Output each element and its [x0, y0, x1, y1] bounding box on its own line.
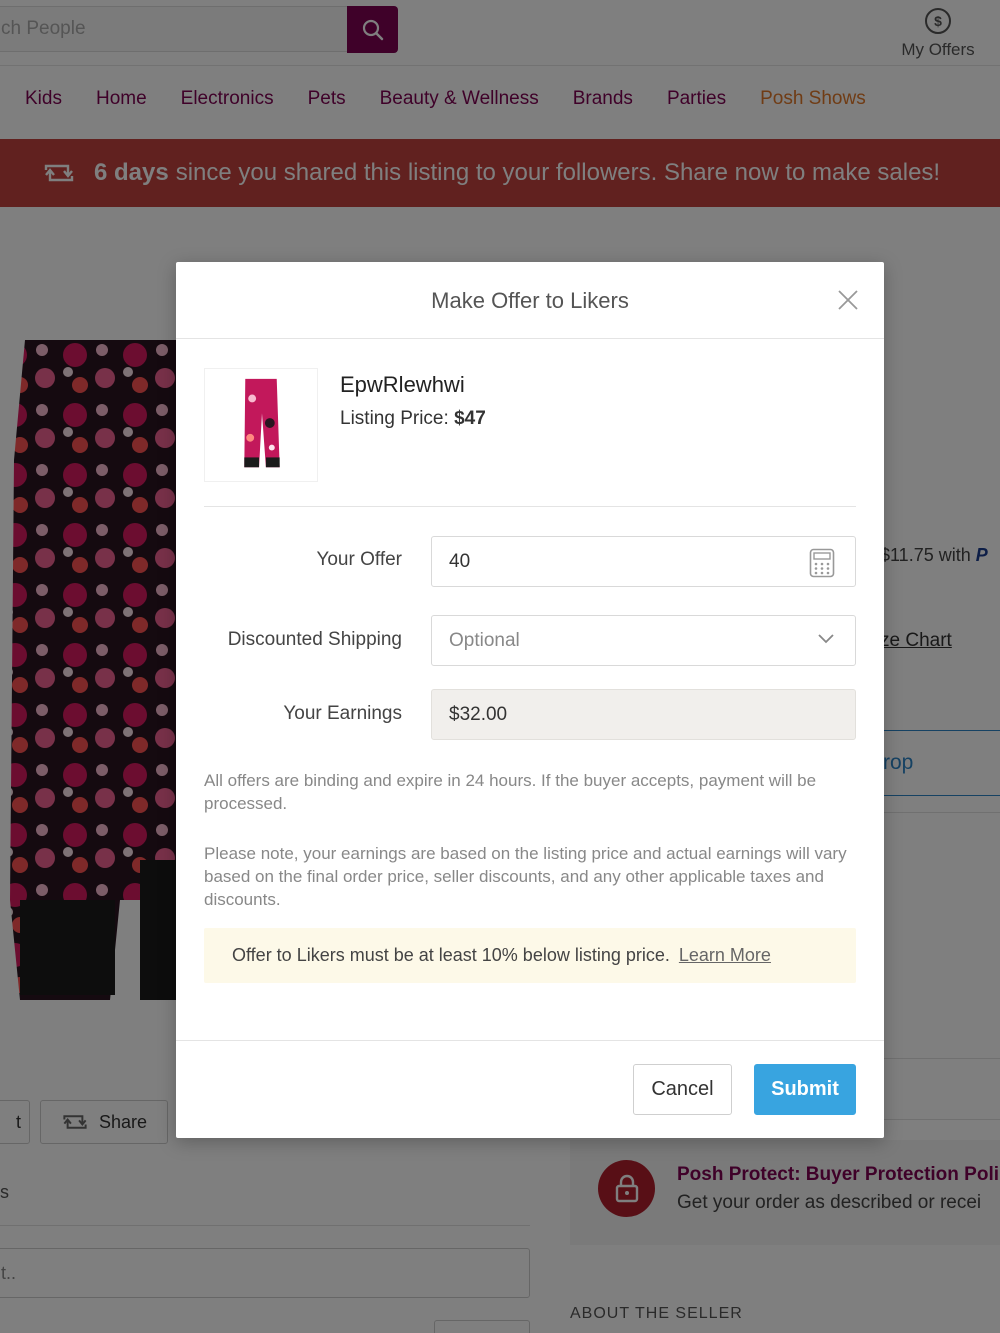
learn-more-link[interactable]: Learn More [679, 945, 771, 965]
earnings-value: $32.00 [449, 703, 508, 725]
offer-value: 40 [449, 550, 471, 572]
offer-input[interactable]: 40 [431, 536, 856, 587]
footer-divider [176, 1040, 884, 1041]
chevron-down-icon [818, 634, 834, 644]
product-thumbnail [204, 368, 318, 482]
shipping-label: Discounted Shipping [227, 629, 402, 650]
calculator-icon[interactable] [809, 548, 835, 578]
submit-button[interactable]: Submit [754, 1064, 856, 1115]
modal-title: Make Offer to Likers [431, 288, 629, 313]
product-divider [204, 506, 856, 507]
notice-text: Offer to Likers must be at least 10% bel… [232, 945, 670, 965]
modal-header: Make Offer to Likers [176, 262, 884, 339]
likers-notice: Offer to Likers must be at least 10% bel… [204, 928, 856, 983]
earnings-field: $32.00 [431, 689, 856, 740]
binding-info-text: All offers are binding and expire in 24 … [204, 771, 817, 813]
offer-label: Your Offer [316, 549, 402, 570]
listing-price: Listing Price: $47 [340, 408, 486, 429]
shipping-select[interactable]: Optional [431, 615, 856, 666]
earnings-label: Your Earnings [283, 703, 402, 724]
cancel-button[interactable]: Cancel [633, 1064, 732, 1115]
make-offer-modal: Make Offer to Likers EpwRlewhwi Listing … [176, 262, 884, 1138]
earnings-info-text: Please note, your earnings are based on … [204, 844, 847, 909]
shipping-value: Optional [449, 629, 520, 651]
product-name: EpwRlewhwi [340, 372, 465, 397]
close-icon[interactable] [836, 288, 860, 312]
